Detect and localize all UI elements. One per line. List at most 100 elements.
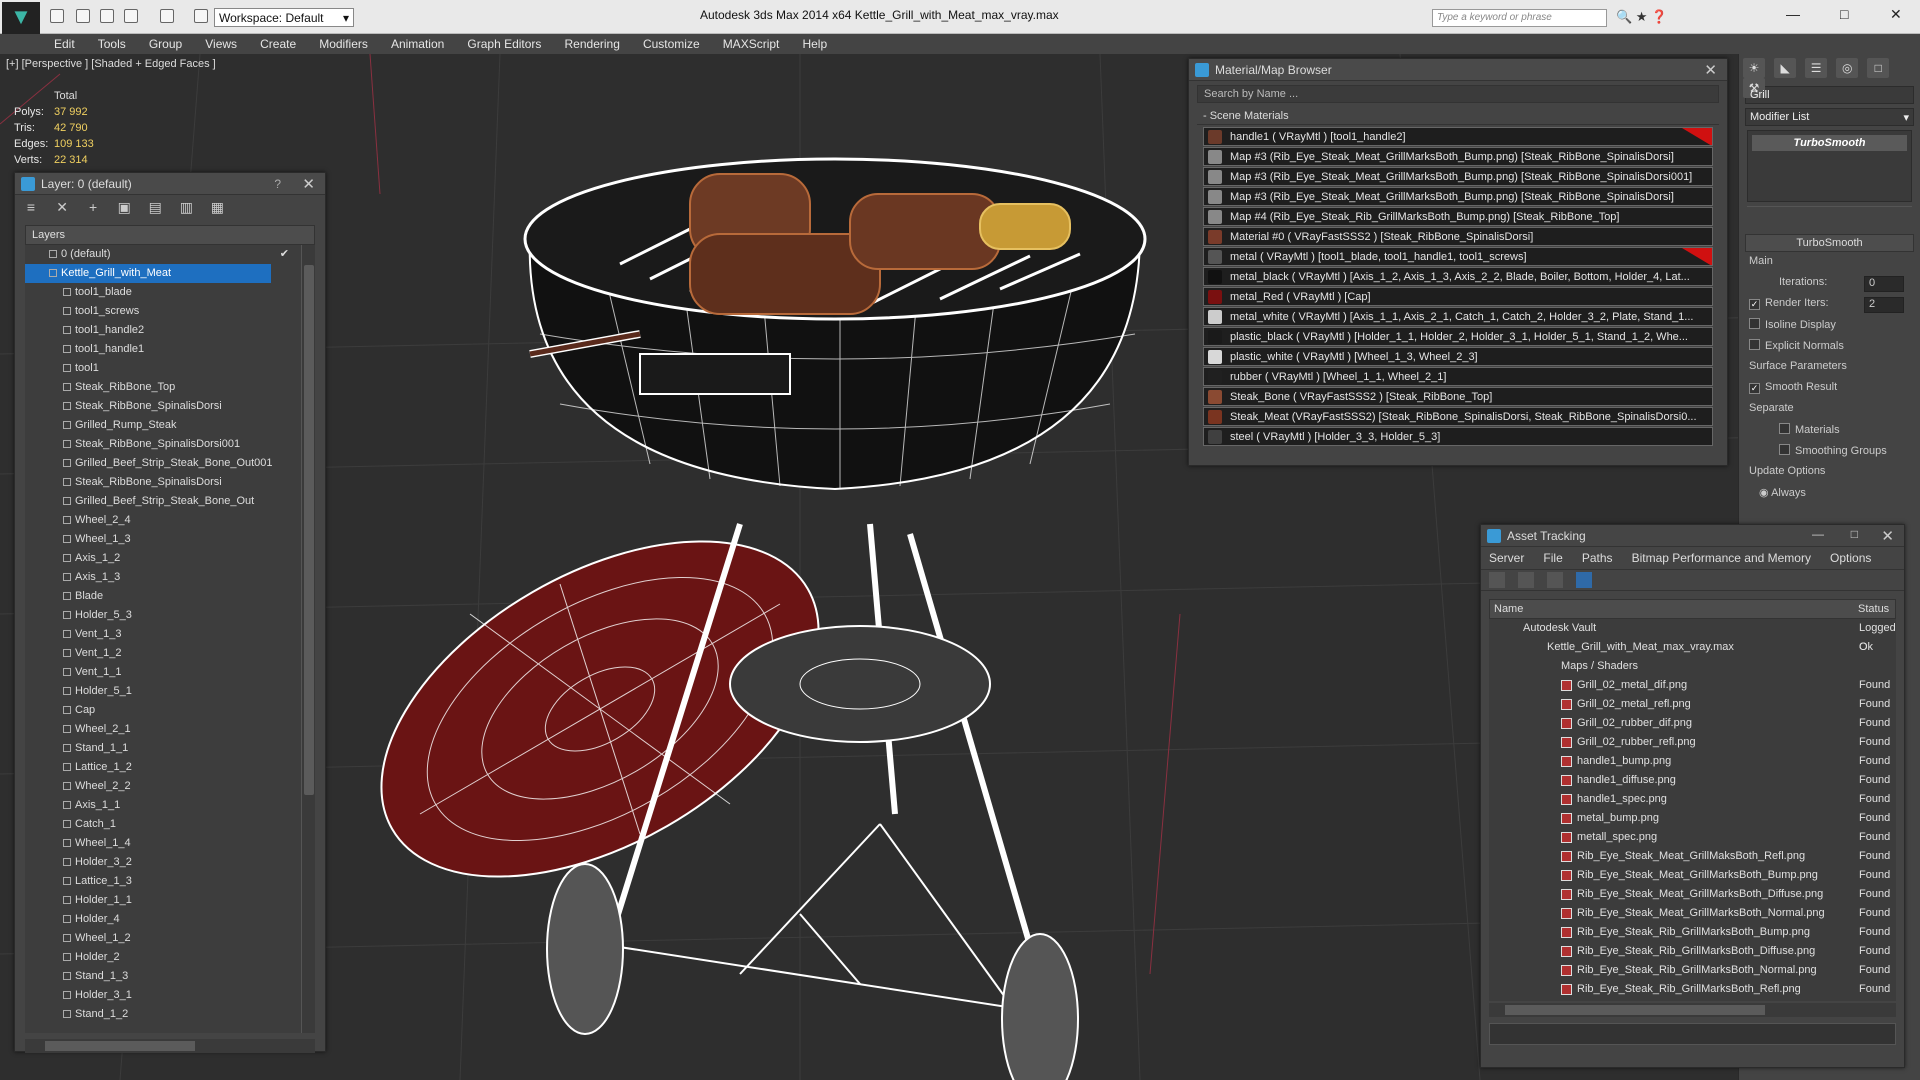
asset-row-map[interactable]: Rib_Eye_Steak_Rib_GrillMarksBoth_Bump.pn… (1489, 923, 1896, 942)
layer-scrollbar[interactable] (301, 245, 315, 1033)
material-search-input[interactable]: Search by Name ... (1197, 85, 1719, 103)
layer-object-row[interactable]: Blade (25, 587, 315, 606)
create-tab-icon[interactable]: ☀ (1743, 58, 1765, 78)
select-objects-icon[interactable]: ▣ (116, 199, 132, 215)
layer-object-row[interactable]: Grilled_Beef_Strip_Steak_Bone_Out001 (25, 454, 315, 473)
render-iters-checkbox[interactable]: ✓ (1749, 299, 1760, 310)
asset-row-map[interactable]: Rib_Eye_Steak_Meat_GrillMarksBoth_Diffus… (1489, 885, 1896, 904)
asset-row-map[interactable]: handle1_spec.png Found (1489, 790, 1896, 809)
layer-object-row[interactable]: Vent_1_1 (25, 663, 315, 682)
motion-tab-icon[interactable]: ◎ (1836, 58, 1859, 78)
asset-row-map[interactable]: Grill_02_metal_dif.png Found (1489, 676, 1896, 695)
new-layer-icon[interactable]: ≡ (23, 199, 39, 215)
asset-menu-bitmap[interactable]: Bitmap Performance and Memory (1632, 551, 1811, 565)
layer-object-row[interactable]: Steak_RibBone_SpinalisDorsi001 (25, 435, 315, 454)
minimize-icon[interactable]: — (1812, 527, 1824, 541)
menu-customize[interactable]: Customize (633, 34, 710, 51)
isoline-checkbox[interactable] (1749, 318, 1760, 329)
hide-all-icon[interactable]: ▥ (178, 199, 194, 215)
asset-row-map[interactable]: Rib_Eye_Steak_Rib_GrillMarksBoth_Diffuse… (1489, 942, 1896, 961)
highlight-layer-icon[interactable]: ▤ (147, 199, 163, 215)
layer-object-row[interactable]: Steak_RibBone_SpinalisDorsi (25, 397, 315, 416)
modify-tab-icon[interactable]: ◣ (1774, 58, 1797, 78)
asset-row-map[interactable]: handle1_bump.png Found (1489, 752, 1896, 771)
layer-object-row[interactable]: Wheel_1_4 (25, 834, 315, 853)
layer-object-row[interactable]: Steak_RibBone_SpinalisDorsi (25, 473, 315, 492)
menu-modifiers[interactable]: Modifiers (309, 34, 378, 51)
layer-object-row[interactable]: Lattice_1_2 (25, 758, 315, 777)
layer-object-row[interactable]: Holder_4 (25, 910, 315, 929)
layer-object-row[interactable]: Holder_2 (25, 948, 315, 967)
menu-edit[interactable]: Edit (44, 34, 85, 51)
explicit-normals-checkbox[interactable] (1749, 339, 1760, 350)
asset-row-file[interactable]: Kettle_Grill_with_Meat_max_vray.max Ok (1489, 638, 1896, 657)
material-row[interactable]: Map #4 (Rib_Eye_Steak_Rib_GrillMarksBoth… (1203, 207, 1713, 226)
asset-hscrollbar[interactable] (1489, 1003, 1896, 1017)
radio-icon[interactable]: ◉ (1759, 487, 1771, 499)
asset-menu-options[interactable]: Options (1830, 551, 1871, 565)
help-icon[interactable]: ? (274, 177, 281, 191)
asset-row-map[interactable]: Rib_Eye_Steak_Meat_GrillMarksBoth_Normal… (1489, 904, 1896, 923)
material-row[interactable]: metal_Red ( VRayMtl ) [Cap] (1203, 287, 1713, 306)
asset-menu-file[interactable]: File (1543, 551, 1562, 565)
materials-checkbox[interactable] (1779, 423, 1790, 434)
layer-object-row[interactable]: Stand_1_1 (25, 739, 315, 758)
layer-object-row[interactable]: tool1_screws (25, 302, 315, 321)
menu-animation[interactable]: Animation (381, 34, 454, 51)
table-view-icon[interactable] (1576, 572, 1593, 588)
layer-object-row[interactable]: Wheel_2_2 (25, 777, 315, 796)
turbosmooth-rollout[interactable]: TurboSmooth (1745, 234, 1914, 252)
close-icon[interactable]: ✕ (1704, 61, 1717, 79)
maximize-icon[interactable]: □ (1851, 527, 1858, 541)
delete-layer-icon[interactable]: ✕ (54, 199, 70, 215)
layer-hscrollbar[interactable] (25, 1039, 315, 1053)
layer-object-row[interactable]: tool1_blade (25, 283, 315, 302)
scrollbar-thumb[interactable] (45, 1041, 195, 1051)
iterations-spinner[interactable]: 0 (1864, 276, 1904, 292)
new-file-icon[interactable] (50, 9, 64, 23)
menu-maxscript[interactable]: MAXScript (713, 34, 790, 51)
add-selection-icon[interactable]: + (85, 199, 101, 215)
layer-row-default[interactable]: 0 (default) ✔ (25, 245, 315, 264)
layer-object-row[interactable]: Steak_RibBone_Top (25, 378, 315, 397)
scene-materials-header[interactable]: - Scene Materials (1197, 107, 1719, 125)
layer-object-row[interactable]: tool1_handle2 (25, 321, 315, 340)
asset-row-map[interactable]: handle1_diffuse.png Found (1489, 771, 1896, 790)
freeze-all-icon[interactable]: ▦ (209, 199, 225, 215)
layer-object-row[interactable]: Lattice_1_3 (25, 872, 315, 891)
layer-object-row[interactable]: Holder_5_1 (25, 682, 315, 701)
close-icon[interactable]: ✕ (1881, 527, 1894, 545)
layer-object-row[interactable]: Holder_3_1 (25, 986, 315, 1005)
layer-object-row[interactable]: tool1_handle1 (25, 340, 315, 359)
asset-row-map[interactable]: metal_bump.png Found (1489, 809, 1896, 828)
material-row[interactable]: plastic_white ( VRayMtl ) [Wheel_1_3, Wh… (1203, 347, 1713, 366)
workspace-dropdown[interactable]: Workspace: Default ▾ (214, 8, 354, 27)
smoothing-groups-checkbox[interactable] (1779, 444, 1790, 455)
layer-object-row[interactable]: Stand_1_2 (25, 1005, 315, 1024)
material-row[interactable]: metal_black ( VRayMtl ) [Axis_1_2, Axis_… (1203, 267, 1713, 286)
modifier-stack-item[interactable]: TurboSmooth (1752, 135, 1907, 151)
layer-object-row[interactable]: Catch_1 (25, 815, 315, 834)
menu-group[interactable]: Group (139, 34, 192, 51)
search-input[interactable]: Type a keyword or phrase (1432, 9, 1607, 27)
list-view-icon[interactable] (1518, 572, 1535, 588)
save-icon[interactable] (100, 9, 114, 23)
material-row[interactable]: Map #3 (Rib_Eye_Steak_Meat_GrillMarksBot… (1203, 147, 1713, 166)
material-row[interactable]: handle1 ( VRayMtl ) [tool1_handle2] (1203, 127, 1713, 146)
layer-object-row[interactable]: Axis_1_2 (25, 549, 315, 568)
layer-object-row[interactable]: Axis_1_1 (25, 796, 315, 815)
asset-row-map[interactable]: Rib_Eye_Steak_Meat_GrillMarksBoth_Bump.p… (1489, 866, 1896, 885)
menu-tools[interactable]: Tools (88, 34, 136, 51)
project-folder-icon[interactable] (194, 9, 208, 23)
asset-row-map[interactable]: metall_spec.png Found (1489, 828, 1896, 847)
layer-object-row[interactable]: Wheel_2_1 (25, 720, 315, 739)
layer-object-row[interactable]: Grilled_Rump_Steak (25, 416, 315, 435)
material-row[interactable]: steel ( VRayMtl ) [Holder_3_3, Holder_5_… (1203, 427, 1713, 446)
menu-help[interactable]: Help (792, 34, 837, 51)
infocenter-icons[interactable]: 🔍 ★ ❓ (1616, 9, 1667, 25)
layer-object-row[interactable]: Vent_1_3 (25, 625, 315, 644)
menu-graph-editors[interactable]: Graph Editors (457, 34, 551, 51)
asset-row-vault[interactable]: Autodesk Vault Logged O (1489, 619, 1896, 653)
material-row[interactable]: metal_white ( VRayMtl ) [Axis_1_1, Axis_… (1203, 307, 1713, 326)
asset-row-map[interactable]: Rib_Eye_Steak_Rib_GrillMarksBoth_Normal.… (1489, 961, 1896, 980)
